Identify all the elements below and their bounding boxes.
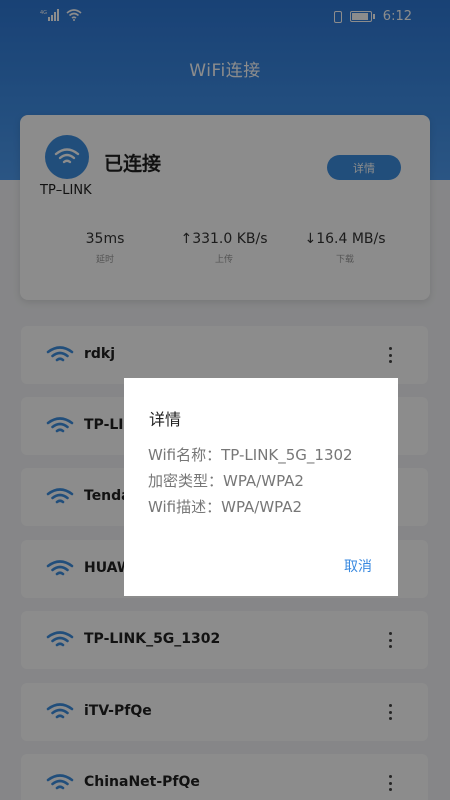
detail-dialog: 详情 Wifi名称：TP-LINK_5G_1302 加密类型：WPA/WPA2 …: [124, 378, 398, 596]
cancel-button[interactable]: 取消: [344, 556, 372, 576]
encryption-type-line: 加密类型：WPA/WPA2: [148, 472, 304, 490]
wifi-description-line: Wifi描述：WPA/WPA2: [148, 498, 303, 516]
dialog-title: 详情: [149, 410, 182, 429]
wifi-name-line: Wifi名称：TP-LINK_5G_1302: [148, 446, 353, 464]
